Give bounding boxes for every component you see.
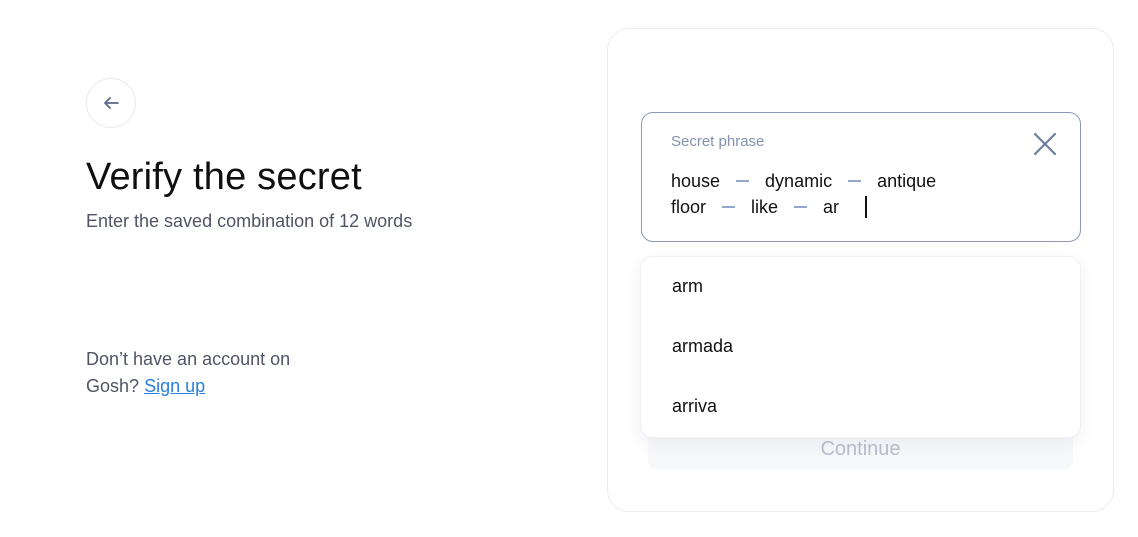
suggestion-item[interactable]: arriva: [641, 377, 1080, 437]
page-subtitle: Enter the saved combination of 12 words: [86, 211, 413, 231]
page-title: Verify the secret: [86, 156, 362, 198]
phrase-word-row: house dynamic antique: [671, 168, 1051, 194]
phrase-word-list: house dynamic antique floor like ar: [671, 168, 1051, 220]
close-icon[interactable]: [1032, 131, 1058, 157]
signup-link[interactable]: Sign up: [144, 376, 205, 396]
phrase-word: dynamic: [765, 171, 833, 191]
phrase-word-row: floor like ar: [671, 194, 1051, 220]
secret-phrase-label: Secret phrase: [671, 133, 765, 150]
secret-phrase-field[interactable]: Secret phrase house dynamic antique floo…: [641, 112, 1081, 242]
back-button[interactable]: [86, 78, 136, 128]
phrase-word: house: [671, 171, 721, 191]
signup-prompt: Don’t have an account on Gosh? Sign up: [86, 346, 346, 400]
page: Verify the secret Enter the saved combin…: [0, 0, 1138, 537]
phrase-word: antique: [877, 171, 937, 191]
phrase-word: like: [751, 197, 779, 217]
arrow-left-icon: [102, 96, 120, 110]
word-separator: [722, 206, 736, 208]
phrase-word: floor: [671, 197, 707, 217]
suggestion-item[interactable]: arm: [641, 257, 1080, 317]
word-separator: [736, 180, 750, 182]
phrase-current-input[interactable]: ar: [823, 194, 839, 220]
suggestions-dropdown: arm armada arriva: [640, 256, 1081, 438]
word-separator: [794, 206, 808, 208]
word-separator: [848, 180, 862, 182]
text-caret: [865, 196, 867, 218]
suggestion-item[interactable]: armada: [641, 317, 1080, 377]
